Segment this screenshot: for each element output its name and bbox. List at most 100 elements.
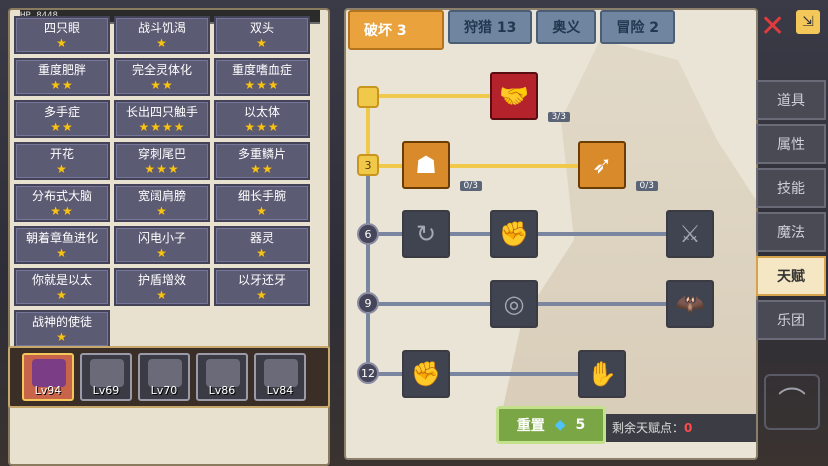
body-talent[interactable]: ☗ 0/3 [402, 141, 482, 191]
mutation-name: 双头 [249, 20, 274, 35]
character-card[interactable]: Lv86 [196, 353, 248, 401]
reset-label: 重置 [516, 418, 545, 434]
mutation-name: 以牙还牙 [237, 272, 286, 287]
talent-category-tabs: 破坏 3 狩猎 13 奥义 冒险 2 [348, 10, 675, 50]
mutation-card[interactable]: 四只眼 ★ [14, 16, 110, 54]
mutation-card[interactable]: 护盾增效 ★ [114, 268, 210, 306]
mutation-card[interactable]: 多重鳞片 ★★ [214, 142, 310, 180]
tab-1[interactable]: 狩猎 13 [448, 10, 533, 44]
character-card[interactable]: Lv69 [80, 353, 132, 401]
mutation-name: 多手症 [43, 104, 80, 119]
mutation-card[interactable]: 细长手腕 ★ [214, 184, 310, 222]
arm-wrestle-talent[interactable]: 🤝 3/3 [490, 72, 570, 122]
side-tab-2[interactable]: 技能 [756, 168, 826, 208]
tab-0[interactable]: 破坏 3 [348, 10, 444, 50]
reset-button[interactable]: 重置 ◆ 5 [496, 406, 606, 444]
mutation-name: 战斗饥渴 [137, 20, 186, 35]
level-marker: 6 [357, 223, 379, 245]
character-level: Lv84 [266, 384, 294, 397]
side-tab-5[interactable]: 乐团 [756, 300, 826, 340]
mutation-card[interactable]: 宽阔肩膀 ★ [114, 184, 210, 222]
talent-slot[interactable]: 🦇 [666, 280, 714, 328]
level-marker: 3 [357, 154, 379, 176]
talent-slot[interactable]: ⚔ [666, 210, 714, 258]
remaining-talent-points: 剩余天赋点：0 [606, 414, 756, 442]
close-icon[interactable]: ✕ [760, 12, 790, 42]
star-rating: ★★★ [144, 161, 180, 176]
bow-icon[interactable]: ⌒ [764, 374, 820, 430]
talent-slot[interactable]: ◎ [490, 280, 538, 328]
mutation-card[interactable]: 战斗饥渴 ★ [114, 16, 210, 54]
talent-slot[interactable]: ✊ [490, 210, 538, 258]
mutation-card[interactable]: 以太体 ★★★ [214, 100, 310, 138]
tab-2[interactable]: 奥义 [536, 10, 597, 44]
shockwave-icon: ◎ [503, 290, 525, 318]
mutation-card[interactable]: 分布式大脑 ★★ [14, 184, 110, 222]
star-rating: ★ [56, 161, 68, 176]
mutation-card[interactable]: 长出四只触手 ★★★★ [114, 100, 210, 138]
mutation-name: 闪电小子 [137, 230, 186, 245]
mutation-name: 多重鳞片 [237, 146, 286, 161]
character-card[interactable]: Lv70 [138, 353, 190, 401]
character-level: Lv94 [34, 384, 62, 397]
tab-3[interactable]: 冒险 2 [600, 10, 675, 44]
talent-count: 0/3 [635, 181, 658, 191]
star-rating: ★ [156, 287, 168, 302]
star-rating: ★ [256, 35, 268, 50]
side-menu: 道具 属性 技能 魔法 天赋 乐团 [756, 80, 826, 340]
mutation-name: 长出四只触手 [125, 104, 198, 119]
character-level: Lv70 [150, 384, 178, 397]
mutation-name: 分布式大脑 [31, 188, 92, 203]
talent-slot[interactable]: ✊ [402, 350, 450, 398]
mutation-card[interactable]: 完全灵体化 ★★ [114, 58, 210, 96]
exit-icon[interactable]: ⇲ [796, 10, 820, 34]
mutation-card[interactable]: 朝着章鱼进化 ★ [14, 226, 110, 264]
gauntlet-icon: ✋ [587, 360, 617, 388]
level-marker: 12 [357, 362, 379, 384]
branch-row4 [366, 372, 580, 376]
side-tab-1[interactable]: 属性 [756, 124, 826, 164]
mutation-card[interactable]: 战神的使徒 ★ [14, 310, 110, 348]
character-portrait [264, 359, 298, 387]
talent-count: 0/3 [459, 181, 482, 191]
slash-icon: ⚔ [679, 220, 701, 248]
talent-slot[interactable]: ✋ [578, 350, 626, 398]
mutation-card[interactable]: 你就是以太 ★ [14, 268, 110, 306]
remaining-value: 0 [684, 421, 693, 435]
tree-trunk [366, 164, 370, 374]
star-rating: ★ [156, 35, 168, 50]
character-portrait [206, 359, 240, 387]
mutation-card[interactable]: 多手症 ★★ [14, 100, 110, 138]
mutation-name: 重度肥胖 [37, 62, 86, 77]
mutation-card[interactable]: 闪电小子 ★ [114, 226, 210, 264]
mutation-name: 护盾增效 [137, 272, 186, 287]
side-tab-3[interactable]: 魔法 [756, 212, 826, 252]
side-tab-4[interactable]: 天赋 [756, 256, 826, 296]
star-rating: ★★★★ [138, 119, 186, 134]
swirl-icon: ↻ [415, 220, 437, 248]
star-rating: ★ [256, 287, 268, 302]
star-rating: ★ [56, 329, 68, 344]
mutation-card[interactable]: 双头 ★ [214, 16, 310, 54]
character-card[interactable]: Lv84 [254, 353, 306, 401]
character-portrait [148, 359, 182, 387]
arm-wrestle-icon: 🤝 [499, 82, 529, 110]
star-rating: ★ [156, 203, 168, 218]
star-rating: ★★★ [244, 119, 280, 134]
mutation-card[interactable]: 重度嗜血症 ★★★ [214, 58, 310, 96]
arrow-talent[interactable]: ➶ 0/3 [578, 141, 658, 191]
talent-slot[interactable]: ↻ [402, 210, 450, 258]
star-rating: ★ [256, 203, 268, 218]
mutation-name: 细长手腕 [237, 188, 286, 203]
mutation-card[interactable]: 开花 ★ [14, 142, 110, 180]
mutation-card[interactable]: 器灵 ★ [214, 226, 310, 264]
side-tab-0[interactable]: 道具 [756, 80, 826, 120]
character-portrait [32, 359, 66, 387]
character-card[interactable]: Lv94 [22, 353, 74, 401]
character-level: Lv86 [208, 384, 236, 397]
mutation-card[interactable]: 穿刺尾巴 ★★★ [114, 142, 210, 180]
talent-count: 3/3 [547, 112, 570, 122]
mutation-card[interactable]: 重度肥胖 ★★ [14, 58, 110, 96]
mutation-card[interactable]: 以牙还牙 ★ [214, 268, 310, 306]
bat-icon: 🦇 [675, 290, 705, 318]
